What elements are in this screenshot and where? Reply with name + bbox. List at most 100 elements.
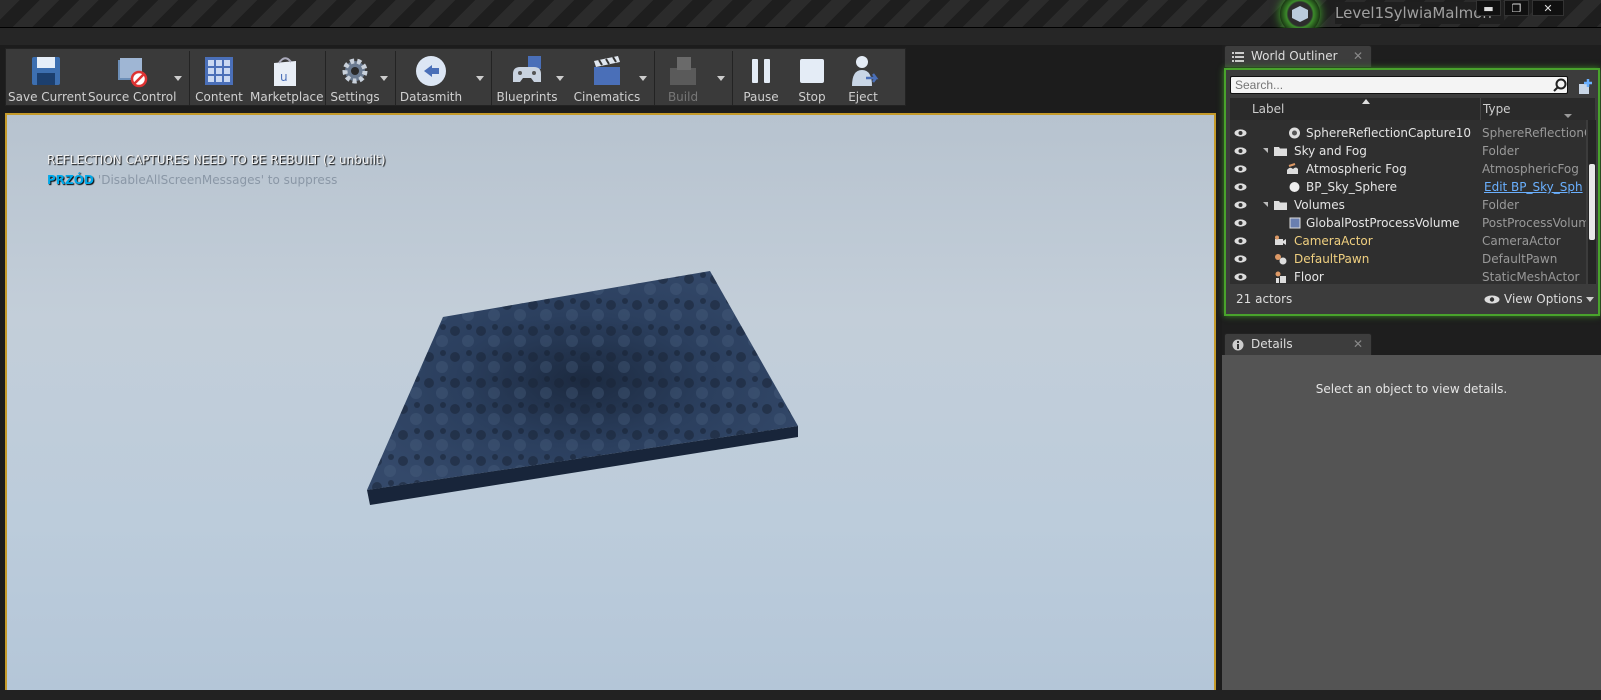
gear-icon [342,58,368,84]
marketplace-button[interactable]: u Marketplace [250,49,324,107]
reflection-capture-icon [1289,127,1300,139]
tab-details[interactable]: Details ✕ [1224,333,1372,355]
close-tab-icon[interactable]: ✕ [1353,46,1363,67]
list-item[interactable]: SphereReflectionCapture10 SphereReflecti… [1230,124,1586,142]
title-bar: Level1SylwiaMalmon ▬ ❐ ✕ [0,0,1601,34]
list-item[interactable]: BP_Sky_Sphere Edit BP_Sky_Sph [1230,178,1586,196]
view-options-button[interactable]: View Options [1482,292,1594,306]
build-button[interactable]: Build [657,49,709,107]
floor-mesh[interactable] [7,115,1216,696]
outliner-item-type: CameraActor [1482,234,1561,248]
label-column-header[interactable]: Label [1252,102,1284,116]
expand-arrow-icon[interactable] [1263,148,1268,153]
list-item[interactable]: CameraActor CameraActor [1230,232,1586,250]
eye-icon [1484,295,1500,304]
outliner-item-type: PostProcessVolum [1482,216,1586,230]
outliner-column-header: Label Type [1230,98,1595,120]
outliner-list-icon [1232,52,1244,62]
source-control-label: Source Control [88,90,177,104]
search-icon[interactable] [1553,78,1567,92]
list-item[interactable]: DefaultPawn DefaultPawn [1230,250,1586,268]
add-actor-icon[interactable] [1577,78,1593,94]
outliner-item-label: Volumes [1294,198,1345,212]
details-panel: Select an object to view details. [1222,355,1601,700]
visibility-eye-icon[interactable] [1234,219,1247,227]
source-control-dropdown-icon[interactable] [174,76,182,81]
list-item[interactable]: GlobalPostProcessVolume PostProcessVolum [1230,214,1586,232]
view-options-dropdown-icon [1585,297,1594,302]
suppress-hint: PRZÓD 'DisableAllScreenMessages' to suppr… [47,173,337,187]
save-current-label: Save Current [8,90,87,104]
toolbar-separator [189,51,190,105]
datasmith-dropdown-icon[interactable] [476,76,484,81]
list-item[interactable]: Atmospheric Fog AtmosphericFog [1230,160,1586,178]
right-panels: World Outliner ✕ Label Type SphereReflec… [1222,45,1601,700]
settings-label: Settings [330,90,380,104]
list-item[interactable]: Volumes Folder [1230,196,1586,214]
blueprints-dropdown-icon[interactable] [556,76,564,81]
list-item[interactable]: Floor StaticMeshActor [1230,268,1586,284]
toolbar-separator [654,51,655,105]
visibility-eye-icon[interactable] [1234,165,1247,173]
expand-arrow-icon[interactable] [1263,202,1268,207]
source-control-icon [118,58,148,88]
actor-count: 21 actors [1236,292,1293,306]
outliner-scrollbar[interactable] [1588,120,1596,284]
stop-button[interactable]: Stop [787,49,837,107]
rebuild-warning: REFLECTION CAPTURES NEED TO BE REBUILT (… [47,153,386,167]
restore-button[interactable]: ❐ [1504,0,1529,16]
cinematics-label: Cinematics [573,90,641,104]
toolbar-separator [491,51,492,105]
visibility-eye-icon[interactable] [1234,147,1247,155]
scrollbar-thumb[interactable] [1589,164,1595,240]
cinematics-button[interactable]: Cinematics [572,49,642,107]
visibility-eye-icon[interactable] [1234,255,1247,263]
type-column-header[interactable]: Type [1483,102,1511,116]
source-control-button[interactable]: Source Control [88,49,177,107]
visibility-eye-icon[interactable] [1234,273,1247,281]
close-tab-icon[interactable]: ✕ [1353,334,1363,355]
gamepad-icon [513,56,541,82]
visibility-eye-icon[interactable] [1234,201,1247,209]
list-item[interactable]: Sky and Fog Folder [1230,142,1586,160]
tab-world-outliner[interactable]: World Outliner ✕ [1224,45,1372,67]
outliner-item-type: AtmosphericFog [1482,162,1579,176]
settings-button[interactable]: Settings [328,49,382,107]
pause-icon [752,59,770,83]
outliner-item-label: DefaultPawn [1294,252,1370,266]
close-button[interactable]: ✕ [1532,0,1564,16]
folder-icon [1274,201,1287,210]
outliner-tree: SphereReflectionCapture10 SphereReflecti… [1230,120,1586,284]
settings-dropdown-icon[interactable] [380,76,388,81]
search-input[interactable] [1230,76,1568,94]
build-dropdown-icon[interactable] [717,76,725,81]
hint-text: 'DisableAllScreenMessages' to suppress [97,173,338,187]
toolbar-separator [395,51,396,105]
eject-button[interactable]: Eject [837,49,889,107]
status-strip [0,690,1601,700]
minimize-button[interactable]: ▬ [1476,0,1501,16]
pause-button[interactable]: Pause [735,49,787,107]
toolbar-separator [732,51,733,105]
visibility-eye-icon[interactable] [1234,183,1247,191]
edit-blueprint-link[interactable]: Edit BP_Sky_Sph [1484,178,1586,196]
level-viewport[interactable]: REFLECTION CAPTURES NEED TO BE REBUILT (… [5,113,1216,696]
column-options-icon[interactable] [1564,114,1572,118]
cinematics-dropdown-icon[interactable] [639,76,647,81]
camera-icon [1275,235,1286,245]
blueprints-button[interactable]: Blueprints [494,49,560,107]
visibility-eye-icon[interactable] [1234,129,1247,137]
svg-text:u: u [280,70,288,84]
content-button[interactable]: Content [192,49,246,107]
marketplace-label: Marketplace [250,90,324,104]
build-label: Build [667,90,699,104]
world-outliner-panel: Label Type SphereReflectionCapture10 Sph… [1224,68,1600,316]
outliner-item-label: BP_Sky_Sphere [1306,180,1397,194]
static-mesh-icon [1275,271,1286,283]
pause-label: Pause [743,90,779,104]
save-current-button[interactable]: Save Current [8,49,87,107]
datasmith-button[interactable]: Datasmith [398,49,464,107]
outliner-item-type: SphereReflectionC [1482,126,1586,140]
visibility-eye-icon[interactable] [1234,237,1247,245]
sphere-icon [1289,182,1300,192]
